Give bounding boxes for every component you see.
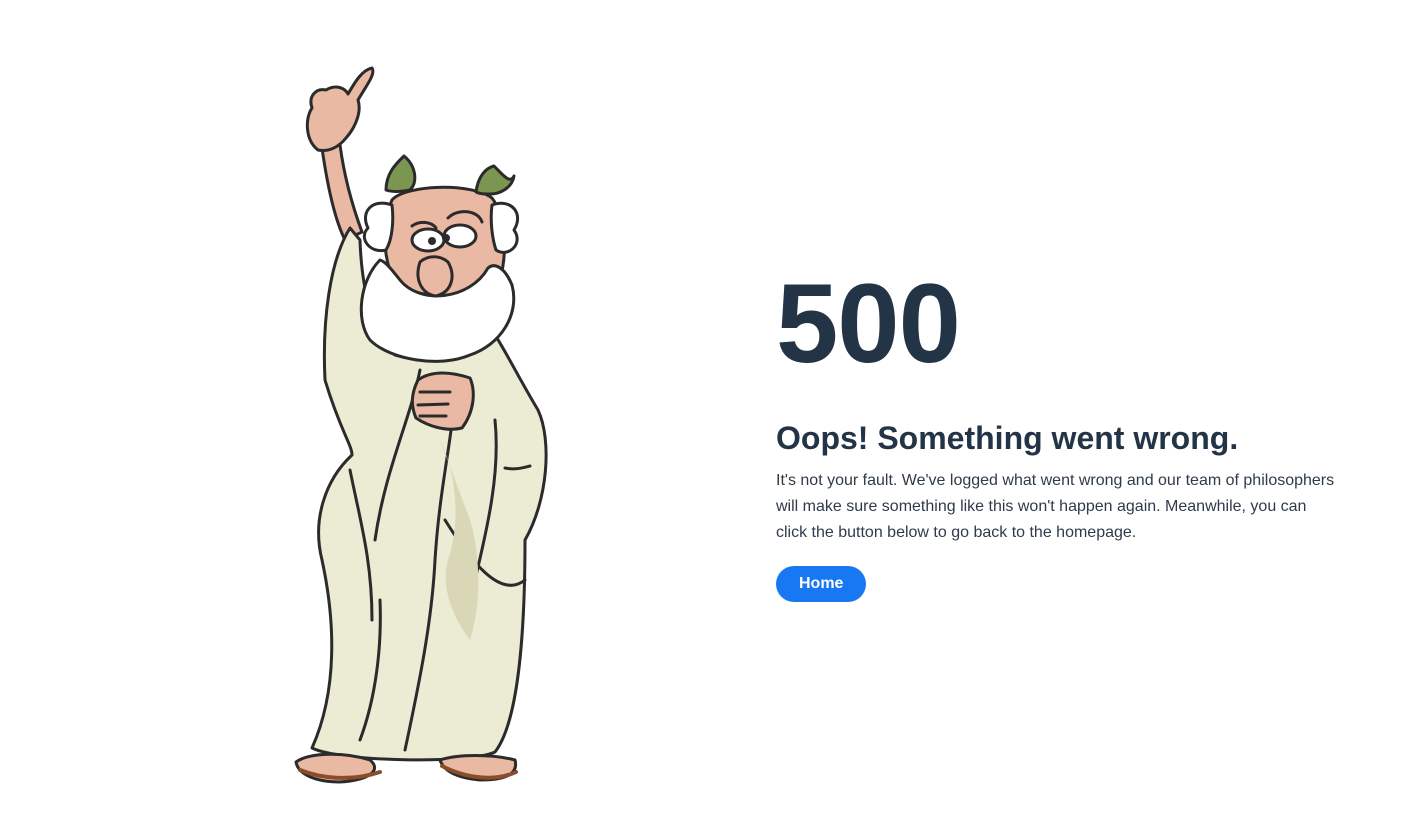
philosopher-illustration [294,66,548,784]
error-message: It's not your fault. We've logged what w… [776,472,1335,542]
error-page: 500 Oops! Something went wrong. It's not… [0,0,1403,829]
error-headline: Oops! Something went wrong. [776,420,1239,456]
error-code: 500 [776,261,961,386]
home-button[interactable]: Home [776,566,867,603]
error-content: 500 Oops! Something went wrong. It's not… [776,261,1336,603]
